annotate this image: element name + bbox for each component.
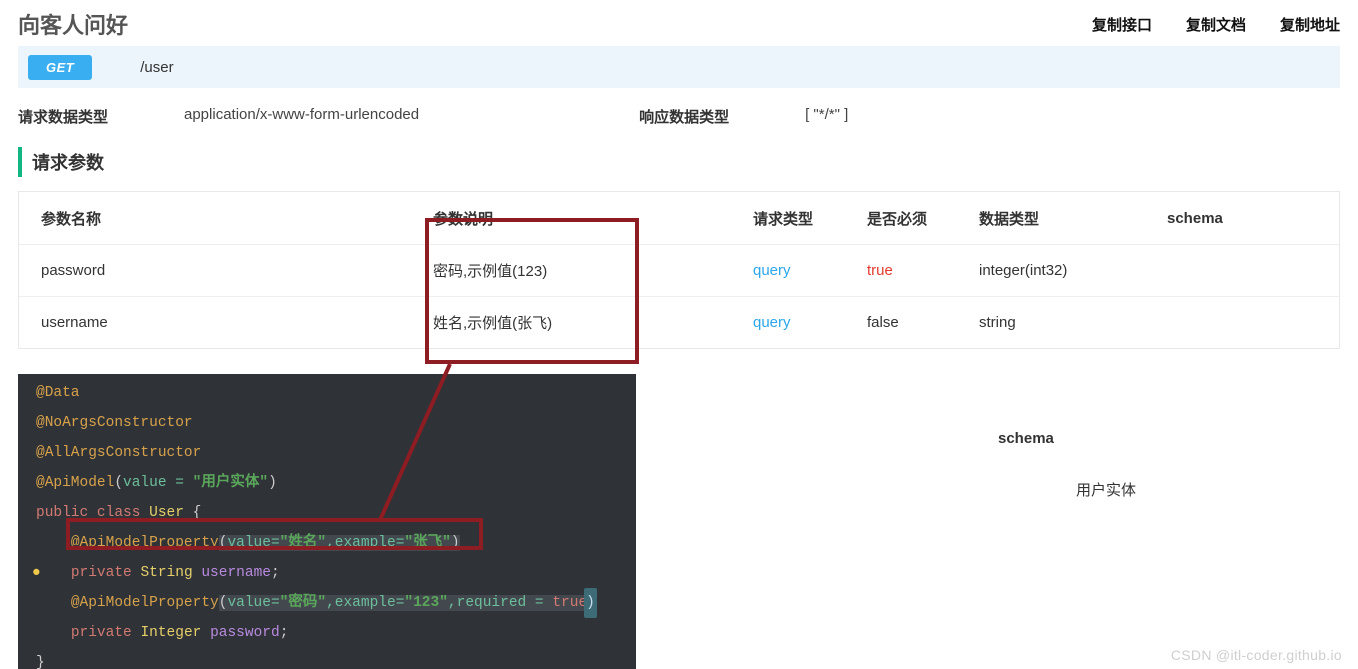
code-token: @AllArgsConstructor — [36, 445, 201, 461]
watermark: CSDN @itl-coder.github.io — [1171, 647, 1342, 663]
code-snippet: @Data @NoArgsConstructor @AllArgsConstru… — [18, 374, 636, 669]
col-schema: schema — [1163, 210, 1339, 227]
code-token: value = — [123, 475, 193, 491]
code-token: ) — [268, 475, 277, 491]
col-desc: 参数说明 — [419, 208, 749, 229]
code-token: "密码" — [280, 595, 326, 611]
code-token: private — [71, 625, 141, 641]
http-method-badge: GET — [28, 55, 92, 80]
code-token: private — [71, 565, 141, 581]
cell-reqtype: query — [749, 262, 863, 279]
code-token: password — [210, 625, 280, 641]
code-token: ,required = — [448, 595, 552, 611]
col-name: 参数名称 — [19, 208, 419, 229]
code-token: ,example= — [326, 535, 404, 551]
code-token: value= — [227, 535, 279, 551]
lightbulb-icon[interactable]: ● — [32, 558, 41, 588]
code-token: ; — [280, 625, 289, 641]
page-header: 向客人问好 复制接口 复制文档 复制地址 — [0, 0, 1358, 46]
code-token: public — [36, 505, 97, 521]
code-token: @ApiModel — [36, 475, 114, 491]
code-token: @ApiModelProperty — [71, 595, 219, 611]
cell-reqtype: query — [749, 314, 863, 331]
meta-row: 请求数据类型 application/x-www-form-urlencoded… — [0, 100, 1358, 141]
code-token: String — [140, 565, 201, 581]
copy-api-button[interactable]: 复制接口 — [1092, 14, 1152, 35]
schema-label: schema — [998, 430, 1136, 447]
col-dtype: 数据类型 — [975, 208, 1163, 229]
code-token: @ApiModelProperty — [71, 535, 219, 551]
params-table: 参数名称 参数说明 请求类型 是否必须 数据类型 schema password… — [18, 191, 1340, 349]
code-token: } — [36, 655, 45, 669]
code-token: "用户实体" — [193, 475, 268, 491]
code-token: "姓名" — [280, 535, 326, 551]
code-token: ( — [114, 475, 123, 491]
cell-name: username — [19, 314, 419, 331]
code-token: Integer — [140, 625, 210, 641]
code-token: value= — [227, 595, 279, 611]
code-token: { — [193, 505, 202, 521]
header-actions: 复制接口 复制文档 复制地址 — [1092, 14, 1340, 35]
code-token: class — [97, 505, 149, 521]
code-token: ; — [271, 565, 280, 581]
cell-required: true — [863, 262, 975, 279]
cell-name: password — [19, 262, 419, 279]
cell-required: false — [863, 314, 975, 331]
table-header: 参数名称 参数说明 请求类型 是否必须 数据类型 schema — [19, 192, 1339, 244]
code-token: ,example= — [326, 595, 404, 611]
schema-entity: 用户实体 — [998, 479, 1136, 500]
endpoint-bar: GET /user — [18, 46, 1340, 88]
code-token: User — [149, 505, 193, 521]
code-token: "张飞" — [404, 535, 450, 551]
page-title: 向客人问好 — [18, 8, 128, 40]
response-type-value: [ "*/*" ] — [805, 106, 848, 127]
code-token: true — [552, 595, 587, 611]
response-type-label: 响应数据类型 — [639, 106, 805, 127]
cell-dtype: string — [975, 314, 1163, 331]
col-required: 是否必须 — [863, 208, 975, 229]
lower-schema-block: schema 用户实体 — [998, 430, 1136, 500]
request-type-value: application/x-www-form-urlencoded — [184, 106, 419, 127]
cell-dtype: integer(int32) — [975, 262, 1163, 279]
cell-desc: 密码,示例值(123) — [419, 260, 749, 281]
table-row: password 密码,示例值(123) query true integer(… — [19, 244, 1339, 296]
code-token: @NoArgsConstructor — [36, 415, 193, 431]
code-token: "123" — [404, 595, 448, 611]
code-token: @Data — [36, 385, 80, 401]
request-params-heading: 请求参数 — [18, 147, 1340, 177]
copy-url-button[interactable]: 复制地址 — [1280, 14, 1340, 35]
copy-doc-button[interactable]: 复制文档 — [1186, 14, 1246, 35]
cell-desc: 姓名,示例值(张飞) — [419, 312, 749, 333]
code-token: username — [201, 565, 271, 581]
request-type-label: 请求数据类型 — [18, 106, 184, 127]
endpoint-path: /user — [140, 59, 173, 76]
table-row: username 姓名,示例值(张飞) query false string — [19, 296, 1339, 348]
col-reqtype: 请求类型 — [749, 208, 863, 229]
